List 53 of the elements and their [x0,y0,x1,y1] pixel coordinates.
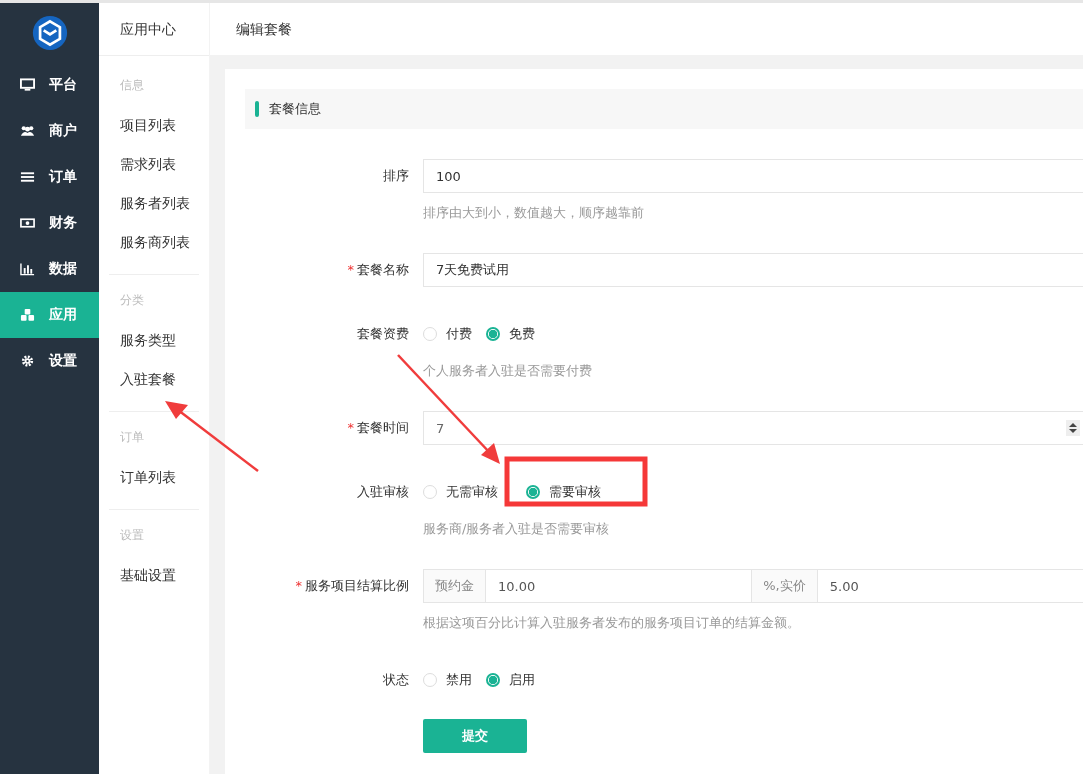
subnav-item[interactable]: 需求列表 [109,145,199,184]
subnav-heading: 信息 [119,77,145,94]
subnav-item[interactable]: 服务类型 [109,321,199,360]
input-addon: 预约金 [423,569,485,603]
monitor-icon [20,78,35,92]
subnav-heading: 订单 [119,429,145,446]
number-field[interactable]: 7 [423,411,1083,445]
subnav-item[interactable]: 入驻套餐 [109,360,199,399]
radio-option[interactable]: 付费 [423,325,472,343]
list-icon [20,170,35,184]
subnav-item[interactable]: 基础设置 [109,556,199,595]
field-label: 排序 [382,167,410,185]
banknote-icon [20,216,35,230]
subnav-heading: 设置 [119,527,145,544]
cubes-icon [20,308,35,322]
text-field[interactable]: 100 [423,159,1083,193]
subnav-item[interactable]: 服务商列表 [109,223,199,262]
field-label: * 服务项目结算比例 [294,577,410,595]
settings-icon [20,354,35,368]
radio-option[interactable]: 启用 [486,671,535,689]
subnav-item[interactable]: 服务者列表 [109,184,199,223]
users-icon [20,124,35,138]
radio-option[interactable]: 需要审核 [526,483,601,501]
sidebar-item[interactable]: 财务 [0,200,99,246]
text-field[interactable]: 5.00 [816,569,1083,603]
sidebar-item[interactable]: 数据 [0,246,99,292]
help-text: 服务商/服务者入驻是否需要审核 [423,520,611,538]
sidebar-item[interactable]: 订单 [0,154,99,200]
logo-icon [31,14,68,51]
spinner-icon [1066,420,1080,436]
subnav-title: 应用中心 [99,3,209,56]
text-field[interactable]: 7天免费试用 [423,253,1083,287]
input-addon: %,实价 [751,569,817,603]
text-field[interactable]: 10.00 [485,569,752,603]
field-label: 入驻审核 [356,483,410,501]
sidebar-item[interactable]: 商户 [0,108,99,154]
help-text: 根据这项百分比计算入驻服务者发布的服务项目订单的结算金额。 [423,614,801,632]
field-label: 状态 [382,671,410,689]
radio-option[interactable]: 无需审核 [423,483,512,501]
help-text: 排序由大到小，数值越大，顺序越靠前 [423,204,645,222]
subnav-item[interactable]: 订单列表 [109,458,199,497]
subnav-item[interactable]: 项目列表 [109,106,199,145]
sidebar-item[interactable]: 平台 [0,62,99,108]
field-label: 套餐资费 [356,325,410,343]
sidebar-item[interactable]: 设置 [0,338,99,384]
radio-option[interactable]: 免费 [486,325,535,343]
subnav-heading: 分类 [119,292,145,309]
field-label: * 套餐时间 [346,419,410,437]
radio-option[interactable]: 禁用 [423,671,472,689]
field-label: * 套餐名称 [346,261,410,279]
help-text: 个人服务者入驻是否需要付费 [423,362,593,380]
section-title: 套餐信息 [269,100,321,118]
bar-chart-icon [20,262,35,276]
